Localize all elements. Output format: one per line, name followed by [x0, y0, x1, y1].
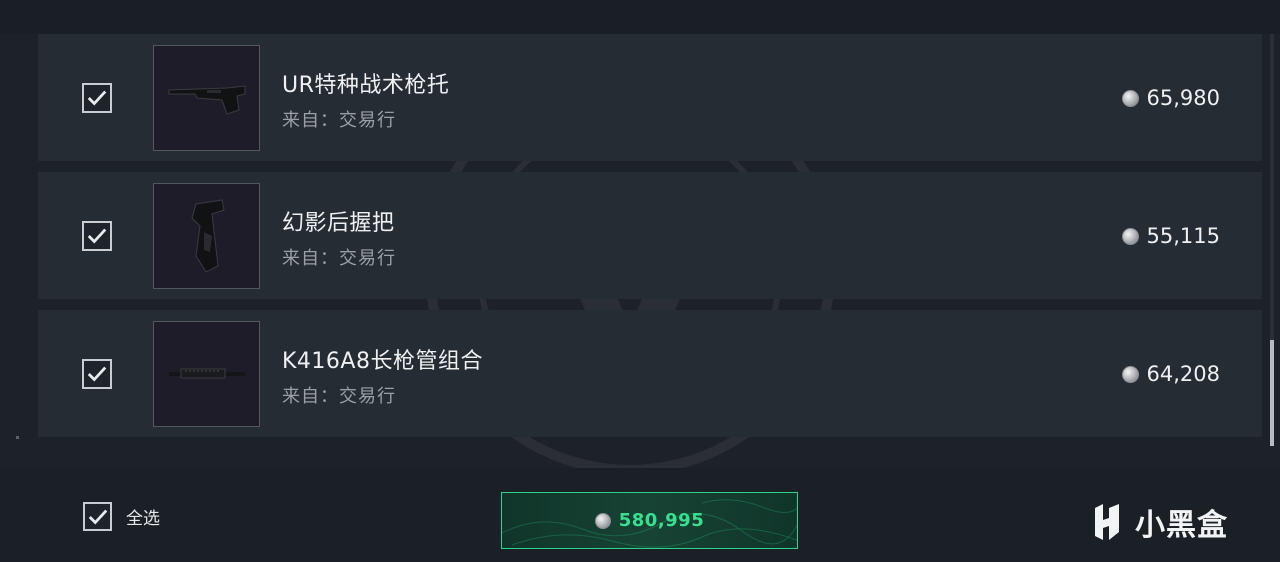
item-list: UR特种战术枪托 来自：交易行 65,980 幻影后握把 来自：交易行 55,1… [38, 34, 1262, 448]
item-price: 65,980 [1121, 86, 1220, 110]
item-name: 幻影后握把 [282, 211, 395, 236]
item-source: 来自：交易行 [282, 386, 396, 407]
item-thumbnail [153, 321, 260, 427]
coin-icon [1121, 227, 1139, 245]
topo-pattern [502, 499, 797, 548]
list-item[interactable]: K416A8长枪管组合 来自：交易行 64,208 [38, 310, 1262, 437]
scrollbar-thumb[interactable] [1270, 340, 1274, 446]
item-source: 来自：交易行 [282, 248, 396, 269]
brand-logo: 小黑盒 [1087, 500, 1228, 544]
item-thumbnail [153, 183, 260, 289]
heybox-logo-icon [1095, 504, 1119, 540]
checkmark-icon [87, 90, 107, 106]
item-price-value: 64,208 [1146, 362, 1220, 386]
item-checkbox[interactable] [82, 83, 112, 113]
barrel-icon [168, 368, 245, 379]
brand-logo-text: 小黑盒 [1135, 508, 1228, 543]
select-all-label: 全选 [126, 509, 160, 529]
coin-icon [1121, 365, 1139, 383]
select-all[interactable]: 全选 [83, 502, 160, 531]
checkmark-icon [88, 509, 107, 524]
grip-icon [190, 199, 225, 273]
item-thumbnail [153, 45, 260, 151]
purchase-total-button[interactable]: 580,995 [501, 492, 798, 549]
item-checkbox[interactable] [82, 359, 112, 389]
coin-icon [1121, 89, 1139, 107]
item-price: 55,115 [1121, 224, 1220, 248]
list-item[interactable]: 幻影后握把 来自：交易行 55,115 [38, 172, 1262, 299]
item-price-value: 55,115 [1146, 224, 1220, 248]
item-price-value: 65,980 [1146, 86, 1220, 110]
item-name: UR特种战术枪托 [282, 73, 450, 98]
stock-icon [168, 85, 245, 115]
checkmark-icon [87, 366, 107, 382]
item-name: K416A8长枪管组合 [282, 349, 483, 374]
top-edge [0, 0, 1280, 34]
item-source: 来自：交易行 [282, 110, 396, 131]
list-item[interactable]: UR特种战术枪托 来自：交易行 65,980 [38, 34, 1262, 161]
item-price: 64,208 [1121, 362, 1220, 386]
item-checkbox[interactable] [82, 221, 112, 251]
checkmark-icon [87, 228, 107, 244]
select-all-checkbox[interactable] [83, 502, 112, 531]
divider-dot [16, 436, 19, 439]
